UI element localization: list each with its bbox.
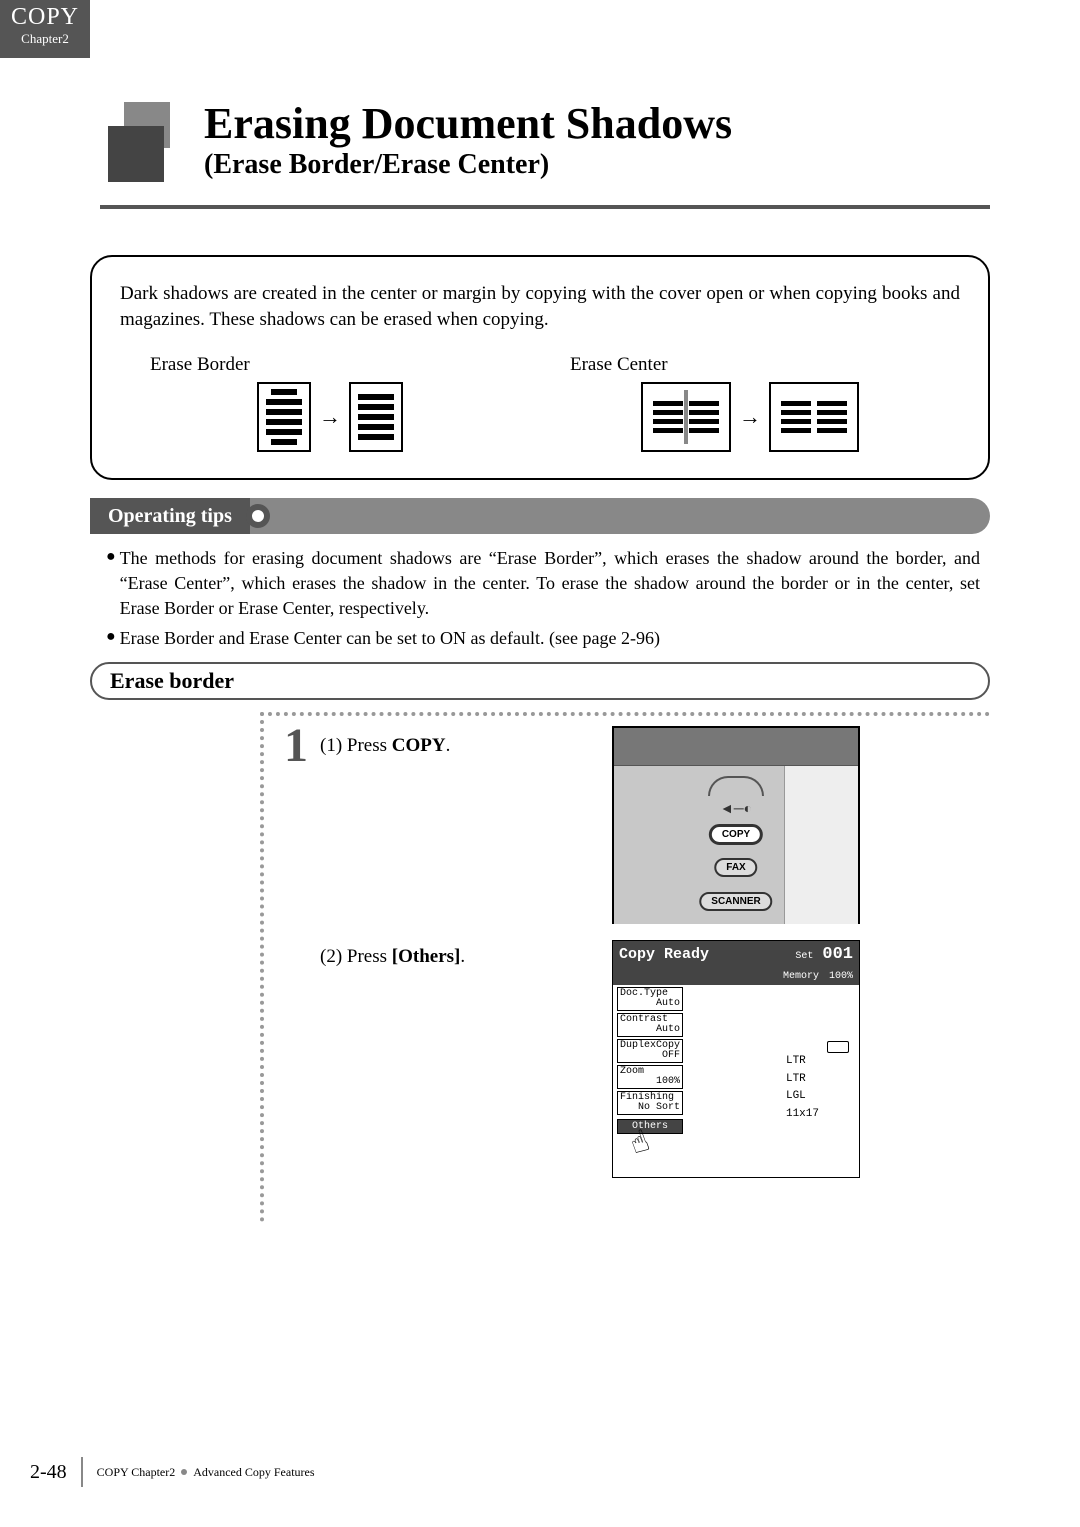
lcd-set-label: Set [795,951,813,962]
page-footer: 2-48 COPY Chapter2 Advanced Copy Feature… [30,1457,990,1487]
step1-text: (1) Press COPY. [320,735,450,757]
intro-box: Dark shadows are created in the center o… [90,255,990,480]
tip-text: Erase Border and Erase Center can be set… [120,626,660,651]
page-number: 2-48 [30,1461,67,1484]
dotted-line-vertical [260,712,264,1222]
lcd-row-zoom[interactable]: Zoom100% [617,1065,683,1089]
lcd-row-contrast[interactable]: ContrastAuto [617,1013,683,1037]
device-panel: ◄─◐ COPY FAX SCANNER [612,726,860,924]
lcd-tray-icon [827,1041,849,1053]
title-block: Erasing Document Shadows (Erase Border/E… [100,98,990,181]
lcd-paper-sizes: LTR LTR LGL 11x17 [786,1053,819,1123]
chapter-tab-title: COPY [0,4,90,31]
tip-text: The methods for erasing document shadows… [120,546,980,622]
arrow-icon: → [319,404,341,430]
erase-border-label: Erase Border [150,354,540,376]
step-number: 1 [284,718,308,773]
footer-crumb1: COPY Chapter2 [97,1465,176,1480]
scanner-button[interactable]: SCANNER [699,892,772,911]
circle-icon [246,504,270,528]
bullet-icon: ● [106,626,116,651]
dotted-line-horizontal [260,712,990,716]
copy-button[interactable]: COPY [709,824,763,845]
lcd-title: Copy Ready [619,946,709,963]
lcd-memory-pct: 100% [829,971,853,982]
title-icon [100,98,180,178]
dial-indicator-icon: ◄─◐ [720,802,752,818]
lcd-set-count: 001 [822,945,853,964]
title-rule [100,205,990,209]
lcd-row-duplex[interactable]: DuplexCopyOFF [617,1039,683,1063]
page-title: Erasing Document Shadows [204,98,732,149]
section-header: Erase border [90,662,990,700]
lcd-row-doctype[interactable]: Doc.TypeAuto [617,987,683,1011]
lcd-screen: Copy Ready Set 001 Memory 100% Doc.TypeA… [612,940,860,1178]
lcd-row-finishing[interactable]: FinishingNo Sort [617,1091,683,1115]
lcd-memory-label: Memory [783,971,819,982]
dot-icon [181,1469,187,1475]
operating-tips-body: ●The methods for erasing document shadow… [106,546,980,655]
step2-text: (2) Press [Others]. [320,946,465,968]
erase-border-diagram: → [120,382,540,452]
operating-tips-header: Operating tips [90,498,990,534]
arrow-icon: → [739,404,761,430]
chapter-tab: COPY Chapter2 [0,0,90,58]
bullet-icon: ● [106,546,116,622]
intro-text: Dark shadows are created in the center o… [120,281,960,332]
dial-arc-icon [708,776,764,796]
erase-center-label: Erase Center [570,354,960,376]
footer-divider [81,1457,83,1487]
footer-crumb2: Advanced Copy Features [193,1465,314,1480]
operating-tips-title: Operating tips [90,498,250,534]
chapter-tab-sub: Chapter2 [0,31,90,47]
fax-button[interactable]: FAX [714,858,757,877]
page-subtitle: (Erase Border/Erase Center) [204,149,732,181]
erase-center-diagram: → [540,382,960,452]
